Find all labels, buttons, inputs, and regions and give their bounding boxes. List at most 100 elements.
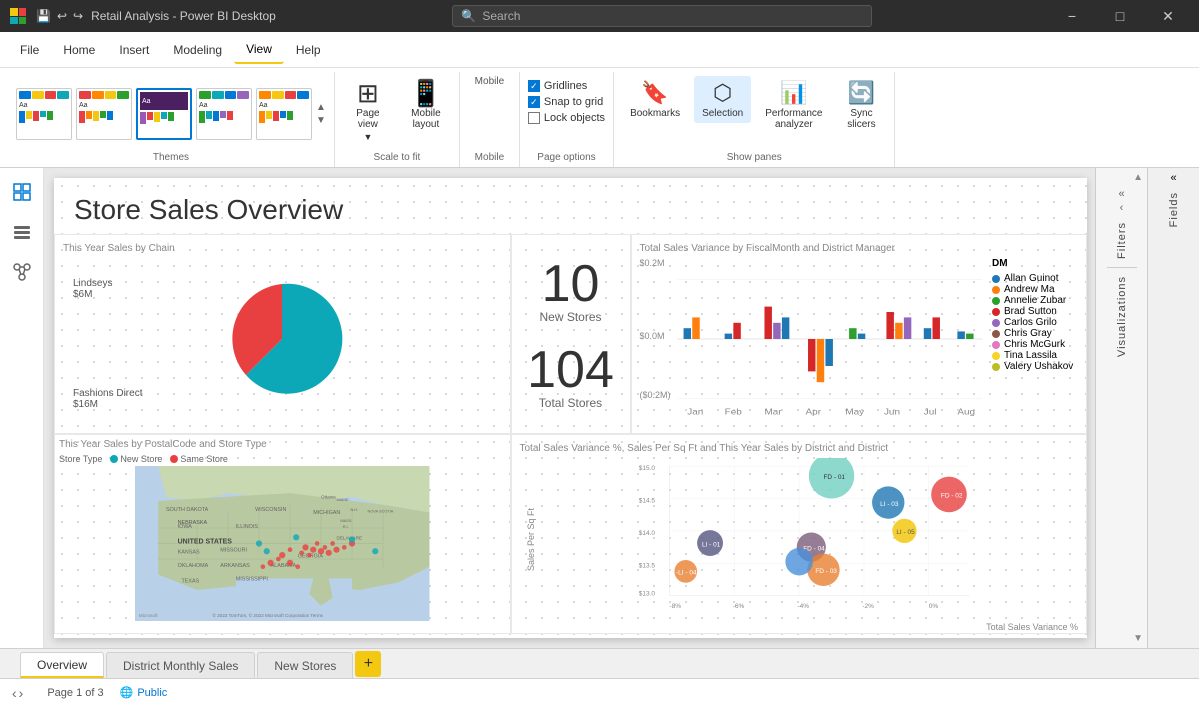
tab-bar: Overview District Monthly Sales New Stor…	[0, 648, 1199, 678]
legend-item-2: Annelie Zubar	[992, 295, 1078, 306]
svg-text:-LI - 04: -LI - 04	[676, 570, 697, 577]
map-legend: Store Type New Store Same Store	[59, 454, 506, 464]
page-view-dropdown[interactable]: ▼	[363, 132, 372, 142]
collapse-double-left[interactable]: «	[1118, 188, 1124, 200]
svg-text:ILLINOIS: ILLINOIS	[236, 524, 259, 530]
search-placeholder: Search	[482, 9, 520, 23]
gridlines-check-icon: ✓	[528, 80, 540, 92]
themes-down-arrow[interactable]: ▼	[316, 115, 326, 126]
svg-text:MASS.: MASS.	[340, 518, 352, 523]
bookmarks-label: Bookmarks	[630, 108, 680, 119]
svg-text:-6%: -6%	[732, 603, 744, 610]
page-options-group: ✓ Gridlines ✓ Snap to grid Lock objects	[528, 72, 605, 124]
new-store-label: New Store	[120, 454, 162, 464]
legend-item-3: Brad Sutton	[992, 306, 1078, 317]
visualizations-label[interactable]: Visualizations	[1116, 276, 1128, 357]
close-button[interactable]: ✕	[1145, 0, 1191, 32]
svg-text:Jul: Jul	[923, 407, 936, 416]
mobile-layout-button[interactable]: 📱 Mobilelayout	[401, 76, 451, 134]
filters-label[interactable]: Filters	[1116, 222, 1128, 259]
bookmarks-button[interactable]: 🔖 Bookmarks	[622, 76, 688, 123]
snap-to-grid-checkbox[interactable]: ✓ Snap to grid	[528, 96, 605, 108]
divider-1	[1107, 267, 1137, 268]
collapse-left[interactable]: ‹	[1120, 202, 1124, 214]
maximize-button[interactable]: □	[1097, 0, 1143, 32]
sync-slicers-button[interactable]: 🔄 Syncslicers	[836, 76, 886, 134]
scroll-down-arrow[interactable]: ▼	[1133, 633, 1143, 644]
svg-text:UNITED STATES: UNITED STATES	[178, 539, 233, 546]
svg-text:LI - 01: LI - 01	[701, 541, 720, 548]
svg-text:$15.0: $15.0	[638, 465, 655, 472]
sync-slicers-label: Syncslicers	[847, 108, 875, 130]
sidebar-data-icon[interactable]	[6, 216, 38, 248]
svg-text:TEXAS: TEXAS	[182, 578, 200, 584]
mobile-label: Mobile	[475, 76, 504, 87]
report-title: Store Sales Overview	[54, 178, 1087, 234]
nav-prev-button[interactable]: ‹	[12, 685, 17, 701]
tab-add-button[interactable]: +	[355, 651, 381, 677]
tab-overview[interactable]: Overview	[20, 652, 104, 678]
menu-modeling[interactable]: Modeling	[161, 37, 234, 63]
search-icon: 🔍	[461, 9, 476, 23]
menu-insert[interactable]: Insert	[107, 37, 161, 63]
svg-text:$13.5: $13.5	[638, 562, 655, 569]
svg-text:$14.0: $14.0	[638, 530, 655, 537]
total-stores-count: 104	[527, 344, 614, 396]
menu-help[interactable]: Help	[284, 37, 333, 63]
total-stores-label: Total Stores	[527, 396, 614, 410]
menu-home[interactable]: Home	[51, 37, 107, 63]
svg-text:0%: 0%	[928, 603, 938, 610]
search-bar[interactable]: 🔍 Search	[452, 5, 872, 27]
page-nav: ‹ ›	[12, 685, 23, 701]
title-bar-left: 💾 ↩ ↪ Retail Analysis - Power BI Desktop	[8, 6, 276, 26]
menu-view[interactable]: View	[234, 36, 284, 64]
svg-text:SOUTH DAKOTA: SOUTH DAKOTA	[166, 507, 209, 513]
y-mid-label: $0.0M	[640, 331, 665, 341]
fields-label[interactable]: Fields	[1166, 188, 1182, 231]
tab-district-monthly[interactable]: District Monthly Sales	[106, 652, 255, 678]
sidebar-model-icon[interactable]	[6, 256, 38, 288]
scroll-up-arrow[interactable]: ▲	[1133, 172, 1143, 183]
nav-next-button[interactable]: ›	[19, 685, 24, 701]
scatter-panel: Total Sales Variance %, Sales Per Sq Ft …	[511, 434, 1088, 634]
map-svg: SOUTH DAKOTA WISCONSIN MICHIGAN IOWA ILL…	[59, 466, 506, 621]
svg-text:Feb: Feb	[724, 407, 741, 416]
sidebar-report-icon[interactable]	[6, 176, 38, 208]
minimize-button[interactable]: −	[1049, 0, 1095, 32]
page-view-button[interactable]: ⊞ Pageview ▼	[343, 76, 393, 146]
gridlines-checkbox[interactable]: ✓ Gridlines	[528, 80, 605, 92]
svg-text:FD - 03: FD - 03	[815, 568, 837, 575]
new-stores-count: 10	[539, 258, 601, 310]
fields-collapse-btn[interactable]: «	[1170, 172, 1176, 184]
map-visual[interactable]: SOUTH DAKOTA WISCONSIN MICHIGAN IOWA ILL…	[59, 466, 506, 621]
legend-item-1: Andrew Ma	[992, 284, 1078, 295]
new-stores-label: New Stores	[539, 310, 601, 324]
page-options-label: Page options	[528, 152, 605, 167]
svg-text:NEBRASKA: NEBRASKA	[178, 520, 208, 526]
theme-1[interactable]: Aa	[16, 88, 72, 140]
save-icon[interactable]: 💾	[36, 9, 51, 23]
tab-new-stores[interactable]: New Stores	[257, 652, 353, 678]
window-title: Retail Analysis - Power BI Desktop	[91, 9, 276, 23]
performance-analyzer-button[interactable]: 📊 Performanceanalyzer	[757, 76, 830, 134]
redo-icon[interactable]: ↪	[73, 9, 83, 23]
lock-objects-checkbox[interactable]: Lock objects	[528, 112, 605, 124]
theme-3-selected[interactable]: Aa	[136, 88, 192, 140]
snap-to-grid-check-icon: ✓	[528, 96, 540, 108]
mobile-group-label: Mobile	[475, 152, 504, 167]
theme-4[interactable]: Aa	[196, 88, 252, 140]
svg-text:Mar: Mar	[764, 407, 781, 416]
themes-up-arrow[interactable]: ▲	[316, 102, 326, 113]
undo-icon[interactable]: ↩	[57, 9, 67, 23]
theme-5[interactable]: Aa	[256, 88, 312, 140]
svg-text:$13.0: $13.0	[638, 591, 655, 598]
bar-chart-svg: Jan Feb Mar Apr May Jun Jul Aug	[640, 258, 989, 420]
svg-text:Apr: Apr	[805, 407, 820, 416]
report-page: Store Sales Overview This Year Sales by …	[54, 178, 1087, 638]
scatter-title: Total Sales Variance %, Sales Per Sq Ft …	[520, 443, 1079, 454]
theme-2[interactable]: Aa	[76, 88, 132, 140]
themes-group: Aa Aa	[16, 72, 326, 152]
menu-file[interactable]: File	[8, 37, 51, 63]
scatter-svg: $15.0 $14.5 $14.0 $13.5 $13.0 -8% -6% -4…	[536, 458, 1079, 620]
selection-button[interactable]: ⬡ Selection	[694, 76, 751, 123]
